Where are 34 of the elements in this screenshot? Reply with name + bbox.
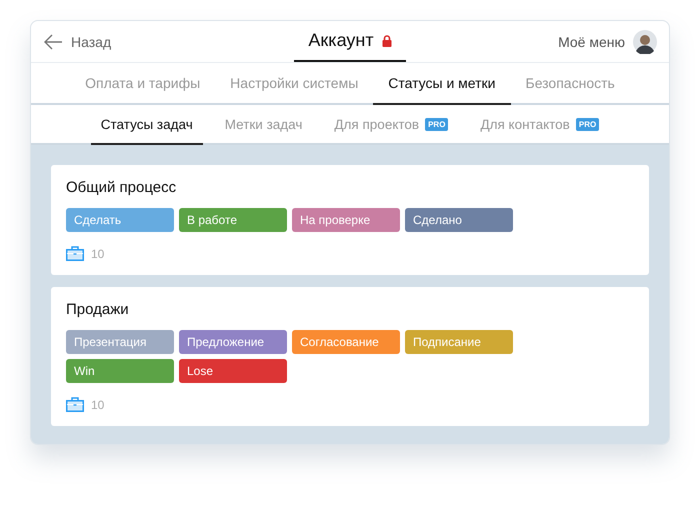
sub-tab-label[interactable]: Для контактов	[480, 116, 570, 132]
sub-tab[interactable]: Метки задач	[214, 105, 312, 145]
menu-link[interactable]: Моё меню	[558, 34, 625, 50]
sub-tab-label[interactable]: Метки задач	[224, 116, 302, 132]
pro-badge: PRO	[425, 118, 448, 130]
sub-tab-label[interactable]: Статусы задач	[100, 116, 193, 132]
briefcase-icon	[66, 397, 84, 412]
settings-tab[interactable]: Статусы и метки	[373, 63, 510, 105]
project-count: 10	[91, 246, 104, 260]
status-tag[interactable]: Презентация	[66, 330, 174, 354]
settings-tab[interactable]: Оплата и тарифы	[70, 63, 216, 105]
pro-badge: PRO	[576, 118, 600, 130]
status-tag[interactable]: Lose	[179, 359, 287, 383]
back-link[interactable]: Назад	[71, 34, 112, 50]
project-count: 10	[91, 398, 104, 412]
status-tag[interactable]: Согласование	[292, 330, 400, 354]
status-tag[interactable]: Предложение	[179, 330, 287, 354]
status-tag[interactable]: На проверке	[292, 208, 400, 232]
status-tag[interactable]: Сделать	[66, 208, 174, 232]
settings-tab[interactable]: Настройки системы	[215, 63, 374, 105]
sub-tab[interactable]: Для контактов PRO	[470, 105, 610, 145]
process-title: Продажи	[66, 301, 130, 318]
page-title: Аккаунт	[308, 30, 374, 51]
status-tag[interactable]: Подписание	[405, 330, 513, 354]
settings-tab[interactable]: Безопасность	[510, 63, 630, 105]
sub-tab-label[interactable]: Для проектов	[334, 116, 420, 132]
back-arrow-icon[interactable]	[43, 34, 63, 50]
status-tag[interactable]: Win	[66, 359, 174, 383]
status-tag[interactable]: В работе	[179, 208, 287, 232]
sub-tab[interactable]: Для проектов PRO	[324, 105, 458, 145]
status-tag[interactable]: Сделано	[405, 208, 513, 232]
avatar-icon[interactable]	[633, 30, 657, 54]
process-title: Общий процесс	[66, 179, 178, 196]
briefcase-icon	[66, 246, 84, 261]
